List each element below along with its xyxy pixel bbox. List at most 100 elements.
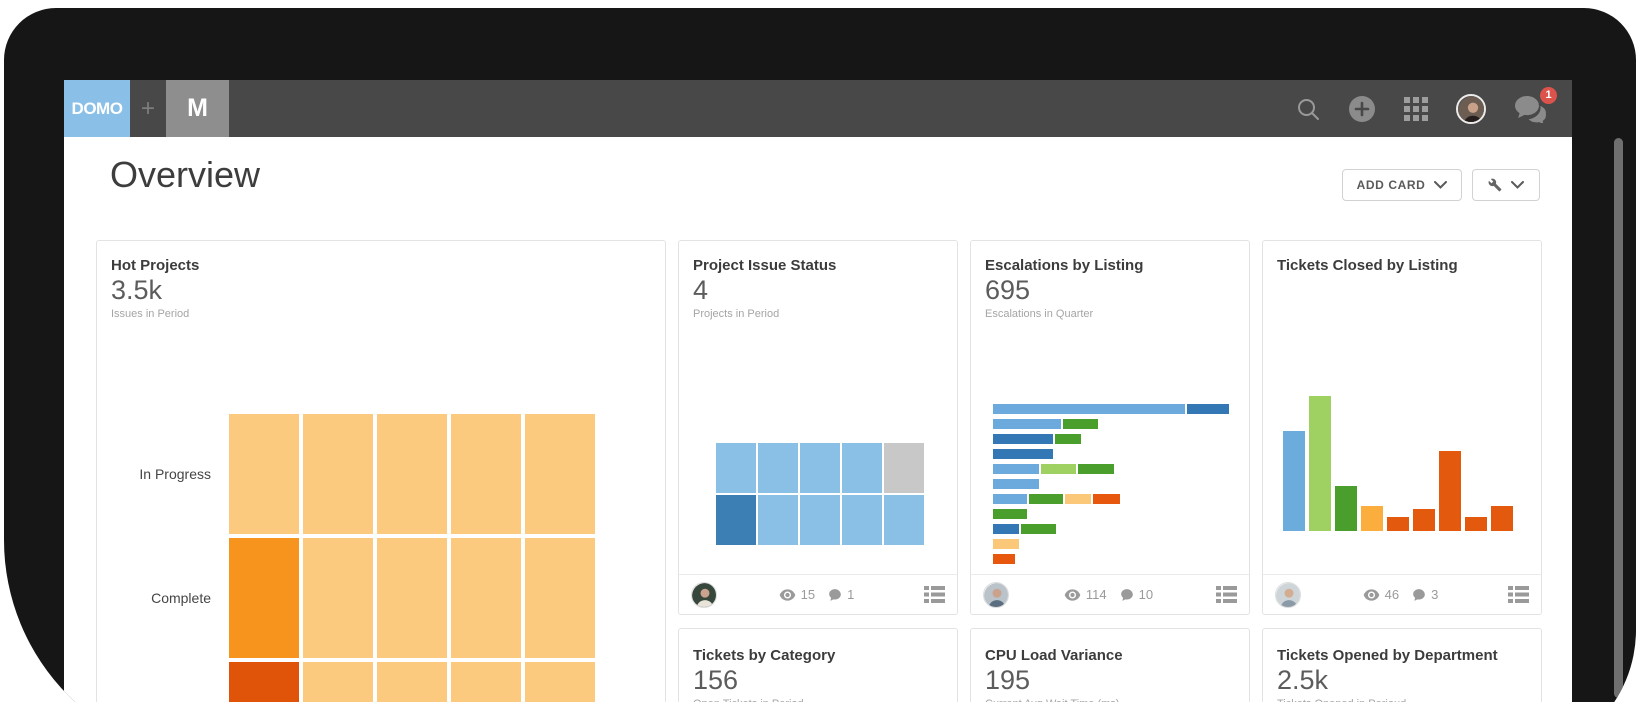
card-subtitle: Escalations in Quarter — [985, 308, 1235, 320]
comments-count: 3 — [1431, 587, 1438, 602]
stacked-bar — [993, 449, 1231, 459]
heatmap-cell — [525, 538, 595, 658]
bar — [1439, 451, 1461, 531]
grid-cell — [800, 443, 840, 493]
search-icon[interactable] — [1296, 97, 1320, 121]
add-content-icon[interactable] — [1348, 95, 1376, 123]
bar-segment — [1078, 464, 1114, 474]
heatmap-cell — [377, 538, 447, 658]
bar-segment — [993, 539, 1019, 549]
bar — [1413, 509, 1435, 531]
list-icon[interactable] — [1508, 586, 1529, 603]
heatmap-cell — [303, 662, 373, 702]
grid-cell — [758, 495, 798, 545]
card-project-issue-status[interactable]: Project Issue Status 4 Projects in Perio… — [678, 240, 958, 615]
bar-segment — [1029, 494, 1063, 504]
card-cpu-load-variance[interactable]: CPU Load Variance 195 Current Avg Wait T… — [970, 628, 1250, 702]
card-value: 195 — [985, 665, 1235, 696]
bar — [1361, 506, 1383, 531]
card-value: 156 — [693, 665, 943, 696]
stacked-bar — [993, 494, 1231, 504]
tablet-frame: DOMO + M — [4, 8, 1636, 702]
chevron-down-icon — [1434, 181, 1447, 189]
grid-cell — [842, 495, 882, 545]
card-escalations-by-listing[interactable]: Escalations by Listing 695 Escalations i… — [970, 240, 1250, 615]
card-subtitle: Open Tickets in Period — [693, 698, 943, 702]
bar-segment — [993, 404, 1185, 414]
card-stats: 114 10 — [1064, 587, 1161, 602]
stacked-bar — [993, 554, 1231, 564]
notification-badge: 1 — [1540, 87, 1557, 104]
tickets-closed-bar-chart[interactable] — [1283, 396, 1513, 531]
project-issue-status-grid-chart[interactable] — [716, 443, 926, 547]
views-icon — [779, 589, 796, 601]
heatmap-row: Complete — [97, 538, 599, 658]
views-count: 46 — [1385, 587, 1399, 602]
stacked-bar — [993, 524, 1231, 534]
top-nav-bar: DOMO + M — [64, 80, 1572, 137]
heatmap-cell — [525, 662, 595, 702]
bar-segment — [1187, 404, 1229, 414]
heatmap-cell — [525, 414, 595, 534]
wrench-icon — [1488, 178, 1502, 192]
bar-segment — [993, 509, 1027, 519]
grid-cell — [716, 443, 756, 493]
avatar[interactable] — [1275, 582, 1301, 608]
bar-segment — [993, 524, 1019, 534]
grid-row — [716, 443, 926, 493]
bar-segment — [993, 449, 1053, 459]
profile-avatar[interactable] — [1456, 94, 1486, 124]
card-footer: 15 1 — [679, 574, 957, 614]
heatmap-cell — [377, 662, 447, 702]
stacked-bar — [993, 404, 1231, 414]
heatmap-row-label — [97, 662, 229, 702]
list-icon[interactable] — [1216, 586, 1237, 603]
list-icon[interactable] — [924, 586, 945, 603]
card-subtitle: Current Avg Wait Time (ms) — [985, 698, 1235, 702]
comments-count: 1 — [847, 587, 854, 602]
card-tickets-closed-by-listing[interactable]: Tickets Closed by Listing 46 3 — [1262, 240, 1542, 615]
bar-segment — [993, 479, 1039, 489]
heatmap-row-label: Complete — [97, 538, 229, 658]
card-hot-projects[interactable]: Hot Projects 3.5k Issues in Period In Pr… — [96, 240, 666, 702]
card-title: CPU Load Variance — [985, 647, 1235, 664]
grid-cell — [884, 495, 924, 545]
page-tools-button[interactable] — [1472, 169, 1540, 201]
card-tickets-by-category[interactable]: Tickets by Category 156 Open Tickets in … — [678, 628, 958, 702]
heatmap-cell — [229, 414, 299, 534]
bar-segment — [993, 494, 1027, 504]
bar-segment — [1041, 464, 1076, 474]
escalations-stacked-bar-chart[interactable] — [993, 404, 1231, 569]
heatmap-cell — [377, 414, 447, 534]
stacked-bar — [993, 479, 1231, 489]
views-count: 15 — [801, 587, 815, 602]
chevron-down-icon — [1511, 181, 1524, 189]
stacked-bar — [993, 539, 1231, 549]
hot-projects-heatmap-chart[interactable]: In ProgressComplete — [97, 414, 599, 702]
grid-cell — [716, 495, 756, 545]
domo-logo-tab[interactable]: DOMO — [64, 80, 130, 137]
comments-icon — [828, 588, 842, 602]
avatar[interactable] — [983, 582, 1009, 608]
bar-segment — [1065, 494, 1091, 504]
workspace-tab[interactable]: M — [166, 80, 229, 137]
bar-segment — [1021, 524, 1056, 534]
buzz-chat-icon[interactable]: 1 — [1514, 95, 1548, 123]
app-screen: DOMO + M — [64, 80, 1572, 702]
card-tickets-opened-by-department[interactable]: Tickets Opened by Department 2.5k Ticket… — [1262, 628, 1542, 702]
bar — [1335, 486, 1357, 531]
card-value: 3.5k — [111, 275, 651, 306]
app-grid-icon[interactable] — [1404, 97, 1428, 121]
avatar[interactable] — [691, 582, 717, 608]
card-footer: 114 10 — [971, 574, 1249, 614]
page-title: Overview — [110, 154, 260, 196]
grid-cell — [884, 443, 924, 493]
grid-row — [716, 495, 926, 545]
heatmap-cell — [451, 662, 521, 702]
heatmap-row-label: In Progress — [97, 414, 229, 534]
bar-segment — [993, 434, 1053, 444]
bar-segment — [993, 554, 1015, 564]
new-page-tab-button[interactable]: + — [130, 80, 166, 137]
card-title: Tickets by Category — [693, 647, 943, 664]
add-card-button[interactable]: ADD CARD — [1342, 169, 1462, 201]
